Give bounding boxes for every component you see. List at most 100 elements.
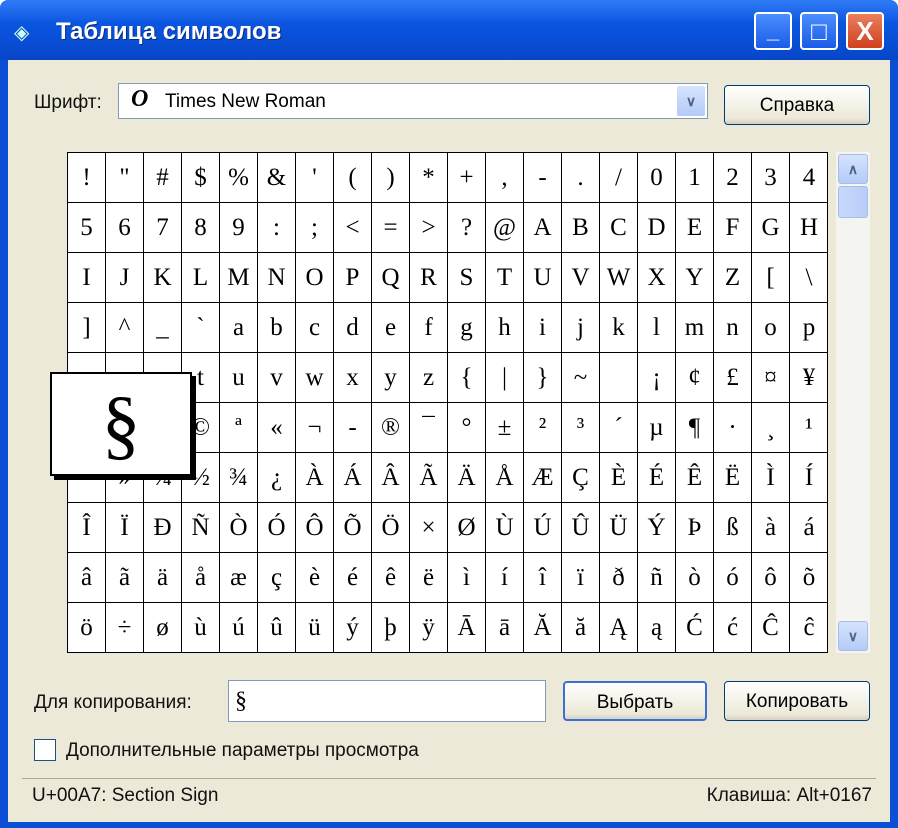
char-cell[interactable]: Þ: [676, 503, 714, 553]
minimize-button[interactable]: _: [754, 12, 792, 50]
char-cell[interactable]: ¿: [258, 453, 296, 503]
char-cell[interactable]: P: [334, 253, 372, 303]
char-cell[interactable]: R: [410, 253, 448, 303]
char-cell[interactable]: 5: [68, 203, 106, 253]
char-cell[interactable]: @: [486, 203, 524, 253]
char-cell[interactable]: M: [220, 253, 258, 303]
char-cell[interactable]: [600, 353, 638, 403]
char-cell[interactable]: A: [524, 203, 562, 253]
char-cell[interactable]: ": [106, 153, 144, 203]
char-cell[interactable]: ×: [410, 503, 448, 553]
char-cell[interactable]: 1: [676, 153, 714, 203]
char-cell[interactable]: Ò: [220, 503, 258, 553]
char-cell[interactable]: ¾: [220, 453, 258, 503]
char-cell[interactable]: &: [258, 153, 296, 203]
char-cell[interactable]: õ: [790, 553, 828, 603]
chevron-down-icon[interactable]: ∨: [677, 86, 705, 116]
char-cell[interactable]: S: [448, 253, 486, 303]
char-cell[interactable]: Á: [334, 453, 372, 503]
char-cell[interactable]: Ú: [524, 503, 562, 553]
char-cell[interactable]: Ø: [448, 503, 486, 553]
char-cell[interactable]: ¶: [676, 403, 714, 453]
char-cell[interactable]: å: [182, 553, 220, 603]
char-cell[interactable]: g: [448, 303, 486, 353]
char-cell[interactable]: ā: [486, 603, 524, 653]
char-cell[interactable]: ï: [562, 553, 600, 603]
advanced-view-label[interactable]: Дополнительные параметры просмотра: [66, 740, 419, 762]
char-cell[interactable]: a: [220, 303, 258, 353]
char-cell[interactable]: È: [600, 453, 638, 503]
char-cell[interactable]: Ü: [600, 503, 638, 553]
char-cell[interactable]: ð: [600, 553, 638, 603]
char-cell[interactable]: ö: [68, 603, 106, 653]
char-cell[interactable]: ¢: [676, 353, 714, 403]
char-cell[interactable]: 6: [106, 203, 144, 253]
char-cell[interactable]: ¸: [752, 403, 790, 453]
char-cell[interactable]: F: [714, 203, 752, 253]
char-cell[interactable]: v: [258, 353, 296, 403]
char-cell[interactable]: C: [600, 203, 638, 253]
char-cell[interactable]: ¡: [638, 353, 676, 403]
char-cell[interactable]: Ñ: [182, 503, 220, 553]
char-cell[interactable]: ´: [600, 403, 638, 453]
char-cell[interactable]: ø: [144, 603, 182, 653]
char-cell[interactable]: µ: [638, 403, 676, 453]
char-cell[interactable]: -: [334, 403, 372, 453]
char-cell[interactable]: U: [524, 253, 562, 303]
char-cell[interactable]: (: [334, 153, 372, 203]
char-cell[interactable]: Z: [714, 253, 752, 303]
char-cell[interactable]: =: [372, 203, 410, 253]
char-cell[interactable]: ': [296, 153, 334, 203]
char-cell[interactable]: y: [372, 353, 410, 403]
char-cell[interactable]: Â: [372, 453, 410, 503]
char-cell[interactable]: 3: [752, 153, 790, 203]
char-cell[interactable]: ¯: [410, 403, 448, 453]
char-cell[interactable]: Ì: [752, 453, 790, 503]
advanced-view-checkbox[interactable]: [34, 739, 56, 761]
char-cell[interactable]: ²: [524, 403, 562, 453]
char-cell[interactable]: 4: [790, 153, 828, 203]
close-button[interactable]: X: [846, 12, 884, 50]
char-cell[interactable]: ): [372, 153, 410, 203]
char-cell[interactable]: Ô: [296, 503, 334, 553]
char-cell[interactable]: ê: [372, 553, 410, 603]
char-cell[interactable]: ú: [220, 603, 258, 653]
char-cell[interactable]: w: [296, 353, 334, 403]
char-cell[interactable]: ß: [714, 503, 752, 553]
char-cell[interactable]: L: [182, 253, 220, 303]
char-cell[interactable]: ®: [372, 403, 410, 453]
char-cell[interactable]: ÿ: [410, 603, 448, 653]
char-cell[interactable]: Ê: [676, 453, 714, 503]
char-cell[interactable]: Å: [486, 453, 524, 503]
char-cell[interactable]: ò: [676, 553, 714, 603]
char-cell[interactable]: z: [410, 353, 448, 403]
char-cell[interactable]: ª: [220, 403, 258, 453]
char-cell[interactable]: 8: [182, 203, 220, 253]
char-cell[interactable]: f: [410, 303, 448, 353]
char-cell[interactable]: Ã: [410, 453, 448, 503]
char-cell[interactable]: O: [296, 253, 334, 303]
char-cell[interactable]: ]: [68, 303, 106, 353]
char-cell[interactable]: b: [258, 303, 296, 353]
scroll-down-button[interactable]: ∨: [838, 621, 868, 651]
char-cell[interactable]: Ó: [258, 503, 296, 553]
font-select[interactable]: O Times New Roman ∨: [118, 83, 708, 119]
scroll-thumb[interactable]: [838, 186, 868, 218]
char-cell[interactable]: ~: [562, 353, 600, 403]
char-cell[interactable]: ą: [638, 603, 676, 653]
char-cell[interactable]: ù: [182, 603, 220, 653]
char-cell[interactable]: þ: [372, 603, 410, 653]
char-cell[interactable]: J: [106, 253, 144, 303]
char-cell[interactable]: ¬: [296, 403, 334, 453]
char-cell[interactable]: N: [258, 253, 296, 303]
char-cell[interactable]: .: [562, 153, 600, 203]
char-cell[interactable]: Ą: [600, 603, 638, 653]
char-cell[interactable]: u: [220, 353, 258, 403]
char-cell[interactable]: Ā: [448, 603, 486, 653]
char-cell[interactable]: %: [220, 153, 258, 203]
char-cell[interactable]: x: [334, 353, 372, 403]
char-cell[interactable]: D: [638, 203, 676, 253]
char-cell[interactable]: ¹: [790, 403, 828, 453]
char-cell[interactable]: ç: [258, 553, 296, 603]
char-cell[interactable]: 7: [144, 203, 182, 253]
